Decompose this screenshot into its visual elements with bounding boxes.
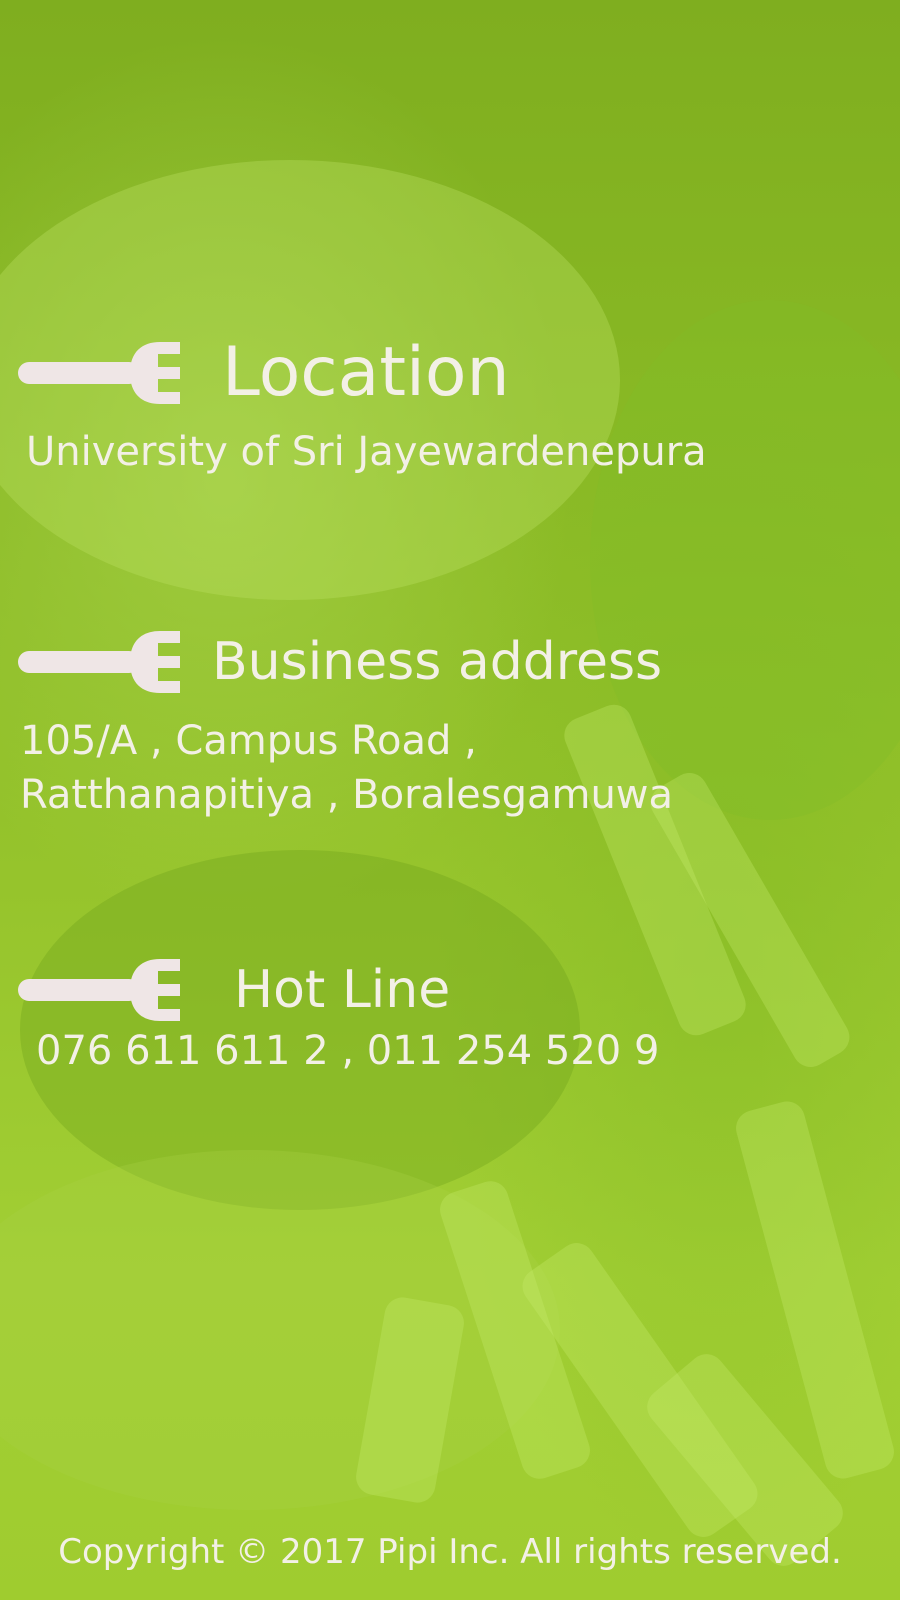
copyright-text: Copyright © 2017 Pipi Inc. All rights re… [58, 1532, 842, 1572]
hotline-numbers: 076 611 611 2 , 011 254 520 9 [36, 1028, 660, 1074]
section-business-address-heading: Business address [18, 627, 662, 697]
business-address-line-2: Ratthanapitiya , Boralesgamuwa [20, 772, 674, 818]
business-address-line-1: 105/A , Campus Road , [20, 718, 477, 764]
location-text: University of Sri Jayewardenepura [26, 429, 707, 475]
section-location-heading: Location [18, 333, 510, 412]
fork-icon [18, 631, 180, 693]
fork-icon [18, 341, 180, 404]
fork-icon [18, 959, 180, 1021]
section-hotline-heading: Hot Line [18, 955, 450, 1025]
contact-info-page: Location University of Sri Jayewardenepu… [0, 0, 900, 1600]
section-title: Business address [212, 632, 663, 692]
section-title: Location [222, 333, 510, 412]
section-title: Hot Line [234, 960, 451, 1020]
